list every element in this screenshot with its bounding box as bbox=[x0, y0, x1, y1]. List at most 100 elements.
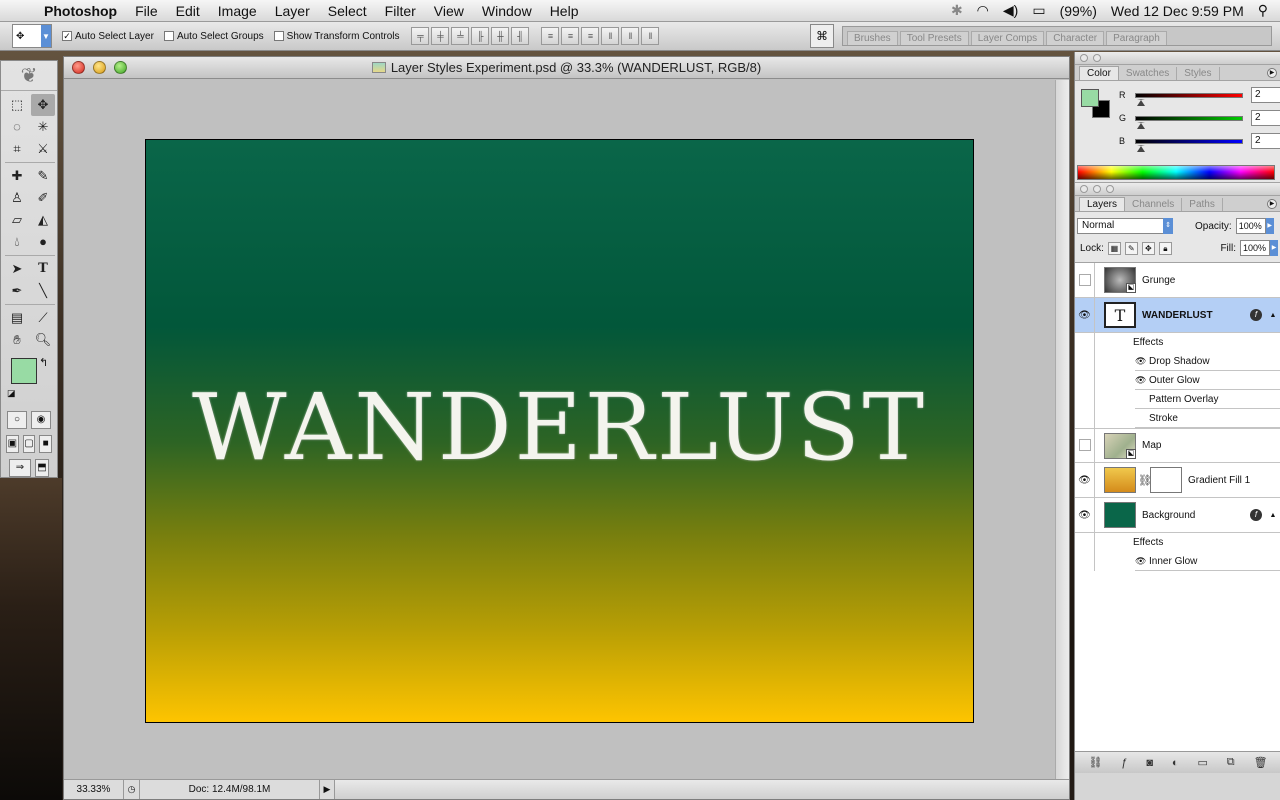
trash-icon[interactable]: 🗑︎ bbox=[1254, 756, 1268, 769]
distribute-top-icon[interactable]: ≡ bbox=[541, 27, 560, 45]
effect-visibility-cell[interactable] bbox=[1075, 390, 1095, 409]
file-browser-icon[interactable]: ⌘ bbox=[810, 24, 834, 48]
tool-preset-picker[interactable]: ✥ ▼ bbox=[12, 24, 52, 48]
canvas-area[interactable]: WANDERLUST bbox=[64, 80, 1056, 780]
new-adjustment-layer-icon[interactable]: ◐ bbox=[1172, 757, 1179, 769]
slider-thumb-icon[interactable] bbox=[1137, 121, 1145, 129]
effect-visibility-cell[interactable] bbox=[1075, 371, 1095, 390]
lock-pixels-icon[interactable]: ✎ bbox=[1124, 241, 1138, 255]
status-menu-arrow-icon[interactable]: ▶ bbox=[320, 784, 334, 795]
foreground-color-swatch[interactable] bbox=[11, 358, 37, 384]
slider-thumb-icon[interactable] bbox=[1137, 98, 1145, 106]
bluetooth-icon[interactable]: ✱ bbox=[951, 2, 963, 19]
swap-colors-icon[interactable]: ↰ bbox=[39, 356, 48, 369]
menu-file[interactable]: File bbox=[126, 3, 167, 19]
collapse-effects-icon[interactable]: ▲ bbox=[1268, 312, 1278, 319]
palette-close-icon[interactable] bbox=[1080, 185, 1088, 193]
lock-transparency-icon[interactable]: ▦ bbox=[1107, 241, 1121, 255]
align-top-icon[interactable]: ╤ bbox=[411, 27, 430, 45]
menu-window[interactable]: Window bbox=[473, 3, 541, 19]
align-right-icon[interactable]: ╢ bbox=[511, 27, 530, 45]
standard-screen-mode-icon[interactable]: ▣ bbox=[6, 435, 19, 453]
new-layer-icon[interactable]: ⧉ bbox=[1227, 756, 1235, 769]
eraser-tool-icon[interactable]: ▱ bbox=[5, 209, 29, 231]
zoom-tool-icon[interactable]: 🔍︎ bbox=[31, 329, 55, 351]
quick-mask-mode-icon[interactable]: ◉ bbox=[31, 411, 51, 429]
blend-mode-select[interactable]: Normal ⇕ bbox=[1077, 218, 1173, 234]
tab-channels[interactable]: Channels bbox=[1125, 198, 1183, 211]
color-palette-header[interactable] bbox=[1075, 52, 1280, 65]
eye-icon[interactable]: 👁︎ bbox=[1135, 356, 1149, 367]
menu-app-name[interactable]: Photoshop bbox=[40, 3, 126, 19]
effect-visibility-cell[interactable] bbox=[1075, 409, 1095, 428]
wifi-icon[interactable]: ◠ bbox=[977, 2, 989, 19]
zoom-window-button[interactable] bbox=[114, 61, 127, 74]
pen-tool-icon[interactable]: ✒ bbox=[5, 280, 29, 302]
palette-menu-icon[interactable]: ▶ bbox=[1267, 199, 1277, 209]
effect-row-pattern-overlay[interactable]: 👁︎Pattern Overlay bbox=[1075, 390, 1280, 409]
brush-tool-icon[interactable]: ✎ bbox=[31, 165, 55, 187]
palette-well-tab-paragraph[interactable]: Paragraph bbox=[1106, 31, 1167, 45]
visibility-toggle-off[interactable] bbox=[1075, 428, 1095, 463]
eyedropper-tool-icon[interactable]: ⟋ bbox=[31, 307, 55, 329]
color-spectrum-bar[interactable] bbox=[1077, 165, 1275, 180]
magic-wand-tool-icon[interactable]: ✳ bbox=[31, 116, 55, 138]
distribute-bottom-icon[interactable]: ≡ bbox=[581, 27, 600, 45]
path-selection-tool-icon[interactable]: ➤ bbox=[5, 258, 29, 280]
tab-swatches[interactable]: Swatches bbox=[1119, 67, 1178, 80]
opacity-field[interactable]: 100% bbox=[1235, 218, 1266, 234]
crop-tool-icon[interactable]: ⌗ bbox=[5, 138, 29, 160]
tab-paths[interactable]: Paths bbox=[1182, 198, 1223, 211]
opacity-slider-arrow-icon[interactable]: ▶ bbox=[1265, 218, 1274, 234]
eye-icon[interactable]: 👁︎ bbox=[1135, 375, 1149, 386]
document-title-bar[interactable]: Layer Styles Experiment.psd @ 33.3% (WAN… bbox=[64, 57, 1069, 79]
distribute-hcenter-icon[interactable]: ‖ bbox=[621, 27, 640, 45]
align-hcenter-icon[interactable]: ╫ bbox=[491, 27, 510, 45]
blur-tool-icon[interactable]: 💧︎ bbox=[5, 231, 29, 253]
align-bottom-icon[interactable]: ╧ bbox=[451, 27, 470, 45]
layer-row-gradient-fill[interactable]: 👁︎ ⛓ Gradient Fill 1 bbox=[1075, 462, 1280, 498]
history-brush-tool-icon[interactable]: ✐ bbox=[31, 187, 55, 209]
add-layer-mask-icon[interactable]: ◙ bbox=[1146, 757, 1153, 769]
distribute-right-icon[interactable]: ‖ bbox=[641, 27, 660, 45]
effect-row-inner-glow[interactable]: 👁︎ Inner Glow bbox=[1075, 552, 1280, 571]
imageready-icon[interactable]: ⬒ bbox=[35, 459, 49, 477]
clone-stamp-tool-icon[interactable]: ♙ bbox=[5, 187, 29, 209]
status-info-icon[interactable]: ◷ bbox=[124, 780, 140, 799]
image-canvas[interactable]: WANDERLUST bbox=[145, 139, 974, 723]
red-value-field[interactable]: 2 bbox=[1251, 87, 1280, 103]
vertical-scrollbar[interactable] bbox=[1055, 80, 1069, 780]
eye-icon[interactable]: 👁︎ bbox=[1075, 297, 1095, 333]
align-left-icon[interactable]: ╟ bbox=[471, 27, 490, 45]
palette-minimize-icon[interactable] bbox=[1093, 54, 1101, 62]
line-tool-icon[interactable]: ╲ bbox=[31, 280, 55, 302]
close-window-button[interactable] bbox=[72, 61, 85, 74]
layer-row-wanderlust[interactable]: 👁︎ T WANDERLUST f ▲ bbox=[1075, 297, 1280, 333]
feather-logo-icon[interactable]: ❦ bbox=[1, 61, 57, 91]
layer-row-map[interactable]: ⬕ Map bbox=[1075, 428, 1280, 463]
minimize-window-button[interactable] bbox=[93, 61, 106, 74]
default-colors-icon[interactable]: ◪ bbox=[7, 388, 16, 399]
dodge-tool-icon[interactable]: ● bbox=[31, 231, 55, 253]
color-foreground-swatch[interactable] bbox=[1081, 89, 1099, 107]
healing-brush-tool-icon[interactable]: ✚ bbox=[5, 165, 29, 187]
full-screen-mode-icon[interactable]: ■ bbox=[39, 435, 53, 453]
new-group-icon[interactable]: ▭ bbox=[1197, 756, 1207, 769]
tab-layers[interactable]: Layers bbox=[1079, 197, 1126, 211]
marquee-tool-icon[interactable]: ⬚ bbox=[5, 94, 29, 116]
auto-select-groups-checkbox[interactable]: Auto Select Groups bbox=[163, 31, 264, 42]
layer-row-grunge[interactable]: ⬕ Grunge bbox=[1075, 262, 1280, 298]
type-tool-icon[interactable]: T bbox=[31, 258, 55, 280]
paint-bucket-tool-icon[interactable]: ◭ bbox=[31, 209, 55, 231]
menu-select[interactable]: Select bbox=[319, 3, 376, 19]
effect-row-drop-shadow[interactable]: 👁︎ Drop Shadow bbox=[1075, 352, 1280, 371]
palette-menu-icon[interactable]: ▶ bbox=[1267, 68, 1277, 78]
chain-link-icon[interactable]: ⛓ bbox=[1138, 474, 1152, 487]
lasso-tool-icon[interactable]: ◌ bbox=[5, 116, 29, 138]
layer-mask-thumbnail[interactable] bbox=[1150, 467, 1182, 493]
eye-icon[interactable]: 👁︎ bbox=[1075, 497, 1095, 533]
auto-select-layer-checkbox[interactable]: ✓ Auto Select Layer bbox=[62, 31, 154, 42]
layer-effects-icon[interactable]: f bbox=[1250, 509, 1262, 521]
palette-minimize-icon[interactable] bbox=[1093, 185, 1101, 193]
palette-well-tab-tool-presets[interactable]: Tool Presets bbox=[899, 31, 969, 45]
